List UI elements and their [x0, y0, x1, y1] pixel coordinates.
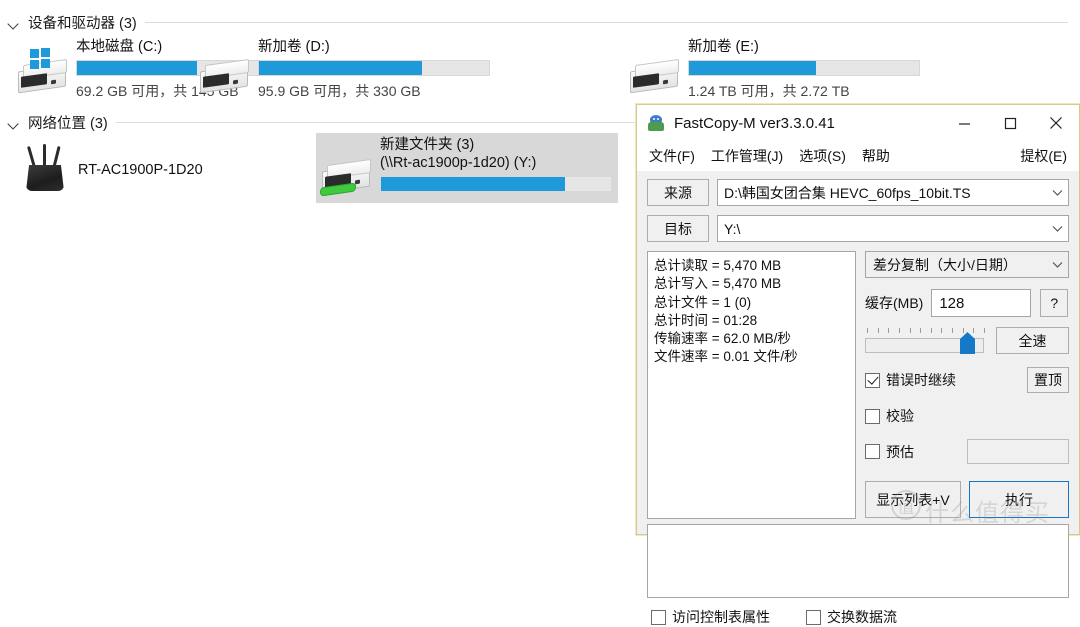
estimate-progress-field	[967, 439, 1069, 464]
full-speed-button[interactable]: 全速	[996, 327, 1069, 354]
network-section-title: 网络位置 (3)	[28, 116, 108, 132]
fastcopy-app-icon	[647, 114, 665, 132]
bottom-options-row: 访问控制表属性 交换数据流	[651, 607, 1079, 627]
target-input[interactable]: Y:\	[717, 215, 1069, 242]
network-item-router[interactable]: RT-AC1900P-1D20	[16, 140, 203, 192]
option-verify-row[interactable]: 校验	[865, 406, 1069, 426]
drive-item-e[interactable]: 新加卷 (E:) 1.24 TB 可用，共 2.72 TB	[626, 38, 920, 101]
stat-total-files: 总计文件 = 1 (0)	[654, 294, 752, 310]
speed-slider-thumb[interactable]	[960, 332, 975, 354]
option-estimate-row[interactable]: 预估	[865, 439, 1069, 464]
topmost-button[interactable]: 置顶	[1027, 367, 1069, 393]
stat-file-rate: 文件速率 = 0.01 文件/秒	[654, 349, 798, 365]
drive-usage-bar-e	[688, 60, 920, 76]
stat-total-read: 总计读取 = 5,470 MB	[654, 258, 782, 273]
options-column: 差分复制（大小/日期） 缓存(MB) 128 ? 全速 错误时继续 置顶 校验 …	[865, 251, 1069, 519]
network-drive-name-line2: (\\Rt-ac1900p-1d20) (Y:)	[380, 155, 537, 171]
menu-bar[interactable]: 文件(F) 工作管理(J) 选项(S) 帮助 提权(E)	[637, 141, 1079, 171]
drive-name-e: 新加卷 (E:)	[688, 39, 759, 55]
fastcopy-window[interactable]: FastCopy-M ver3.3.0.41 文件(F) 工作管理(J) 选项(…	[636, 104, 1080, 625]
menu-item-options[interactable]: 选项(S)	[799, 146, 846, 166]
drive-free-d: 95.9 GB 可用，共 330 GB	[258, 83, 421, 99]
chevron-down-icon[interactable]	[8, 117, 20, 129]
target-button[interactable]: 目标	[647, 215, 709, 242]
devices-section-header[interactable]: 设备和驱动器 (3)	[8, 12, 1068, 33]
network-drive-name-line1: 新建文件夹 (3)	[380, 137, 475, 153]
menu-item-job-management[interactable]: 工作管理(J)	[711, 146, 783, 166]
network-drive-usage-bar	[380, 176, 612, 192]
show-list-button[interactable]: 显示列表+V	[865, 481, 961, 518]
buffer-input[interactable]: 128	[931, 289, 1032, 317]
label-alternate-data-stream: 交换数据流	[827, 609, 897, 625]
copy-mode-value: 差分复制（大小/日期）	[873, 256, 1017, 273]
action-buttons: 显示列表+V 执行	[865, 481, 1069, 518]
buffer-row: 缓存(MB) 128 ?	[865, 289, 1069, 317]
drive-usage-bar-d	[258, 60, 490, 76]
chevron-down-icon[interactable]	[1046, 180, 1068, 205]
router-icon	[16, 142, 74, 192]
checkbox-alternate-data-stream[interactable]	[806, 609, 821, 625]
menu-item-file[interactable]: 文件(F)	[649, 146, 695, 166]
network-drive-icon	[318, 148, 376, 198]
drive-name-d: 新加卷 (D:)	[258, 39, 330, 55]
execute-button[interactable]: 执行	[969, 481, 1069, 518]
option-continue-on-error-row[interactable]: 错误时继续 置顶	[865, 367, 1069, 393]
checkbox-estimate[interactable]	[865, 444, 880, 459]
target-row[interactable]: 目标 Y:\	[647, 215, 1069, 242]
source-row[interactable]: 来源 D:\韩国女团合集 HEVC_60fps_10bit.TS	[647, 179, 1069, 206]
window-controls[interactable]	[941, 105, 1079, 141]
label-verify: 校验	[886, 408, 914, 424]
menu-item-help[interactable]: 帮助	[862, 146, 890, 166]
statistics-panel: 总计读取 = 5,470 MB 总计写入 = 5,470 MB 总计文件 = 1…	[647, 251, 856, 519]
copy-mode-select[interactable]: 差分复制（大小/日期）	[865, 251, 1069, 278]
chevron-down-icon[interactable]	[1046, 252, 1068, 277]
chevron-down-icon[interactable]	[8, 17, 20, 29]
window-titlebar[interactable]: FastCopy-M ver3.3.0.41	[637, 105, 1079, 141]
stat-transfer-rate: 传输速率 = 62.0 MB/秒	[654, 331, 791, 347]
section-divider	[144, 22, 1068, 23]
windows-drive-icon	[14, 48, 72, 98]
drive-free-e: 1.24 TB 可用，共 2.72 TB	[688, 83, 850, 99]
label-continue-on-error: 错误时继续	[886, 372, 956, 388]
network-item-y[interactable]: 新建文件夹 (3) (\\Rt-ac1900p-1d20) (Y:)	[318, 136, 612, 198]
hard-drive-icon	[626, 48, 684, 98]
checkbox-acl-attributes[interactable]	[651, 609, 666, 625]
label-acl-attributes: 访问控制表属性	[672, 609, 770, 625]
buffer-label: 缓存(MB)	[865, 295, 924, 311]
stat-total-write: 总计写入 = 5,470 MB	[654, 276, 782, 292]
log-output-area[interactable]	[647, 524, 1069, 598]
close-icon[interactable]	[1033, 105, 1079, 141]
maximize-icon[interactable]	[987, 105, 1033, 141]
router-label: RT-AC1900P-1D20	[78, 162, 203, 178]
source-input[interactable]: D:\韩国女团合集 HEVC_60fps_10bit.TS	[717, 179, 1069, 206]
buffer-help-button[interactable]: ?	[1040, 289, 1069, 317]
menu-item-elevate[interactable]: 提权(E)	[1020, 146, 1067, 166]
devices-section-title: 设备和驱动器 (3)	[28, 16, 137, 32]
checkbox-continue-on-error[interactable]	[865, 372, 880, 388]
target-value: Y:\	[724, 220, 741, 237]
source-value: D:\韩国女团合集 HEVC_60fps_10bit.TS	[724, 184, 971, 201]
windows-logo-icon	[30, 48, 52, 70]
chevron-down-icon[interactable]	[1046, 216, 1068, 241]
hard-drive-icon	[196, 48, 254, 98]
drive-item-d[interactable]: 新加卷 (D:) 95.9 GB 可用，共 330 GB	[196, 38, 490, 101]
label-estimate: 预估	[886, 443, 914, 460]
checkbox-verify[interactable]	[865, 408, 880, 424]
speed-slider[interactable]	[865, 328, 987, 354]
window-title: FastCopy-M ver3.3.0.41	[674, 114, 835, 132]
speed-row: 全速	[865, 327, 1069, 354]
stat-total-time: 总计时间 = 01:28	[654, 312, 758, 328]
minimize-icon[interactable]	[941, 105, 987, 141]
source-button[interactable]: 来源	[647, 179, 709, 206]
